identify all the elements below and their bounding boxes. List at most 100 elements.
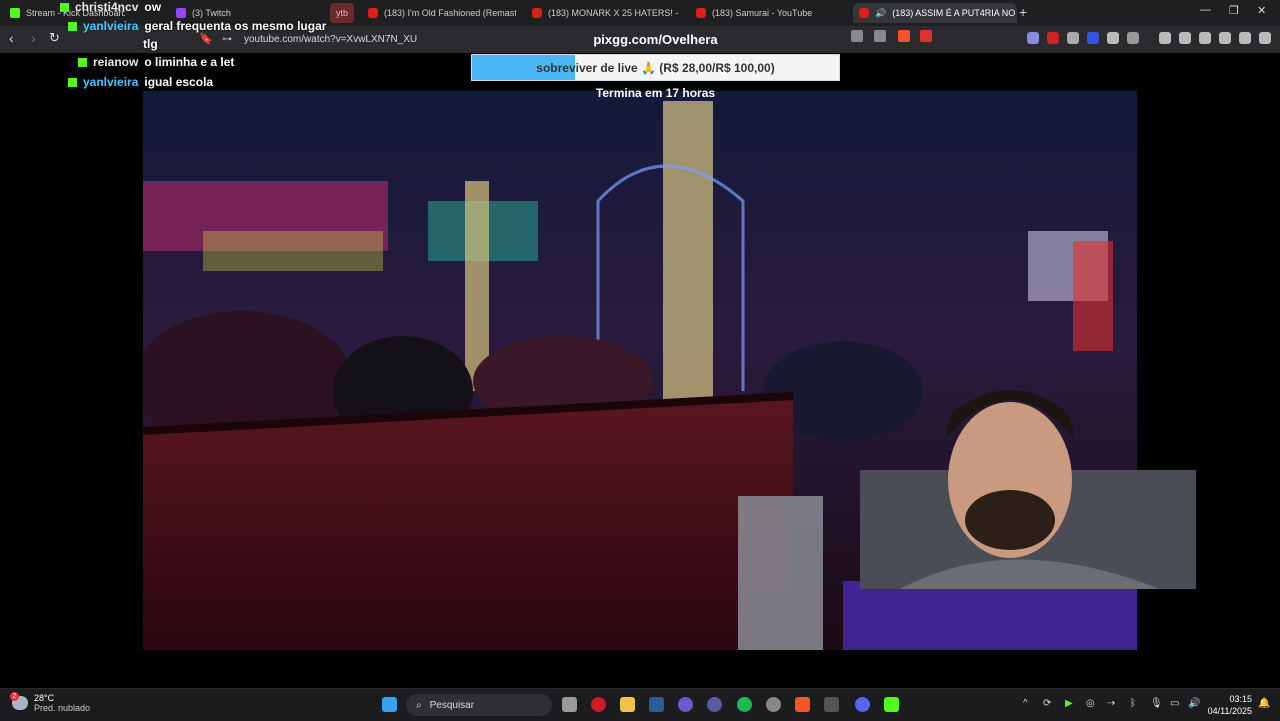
share-icon[interactable] [874,30,886,42]
tab-active[interactable]: 🔊 (183) ASSIM É A PUT4RIA NO ✕ [853,3,1017,23]
temperature: 28°C [34,693,55,703]
vpn-icon[interactable] [1239,32,1251,44]
search-icon: ⌕ [416,699,422,711]
weather-text: Pred. nublado [34,703,91,713]
chat-text: ow [144,0,162,14]
chat-username: reianow [93,55,139,69]
chat-text: geral frequenta os mesmo lugar [144,19,327,33]
tab-label: (183) I'm Old Fashioned (Remastered [384,8,516,18]
chat-text: tlg [143,37,158,51]
app-icon[interactable] [766,697,781,712]
tab-monark[interactable]: (183) MONARK X 25 HATERS! - YouT [532,3,680,23]
sidebar-icon[interactable] [1179,32,1191,44]
volume-icon[interactable]: 🔊 [1188,698,1200,709]
tab-label: (183) ASSIM É A PUT4RIA NO [892,8,1016,18]
chat-username: christi4ncv [75,0,139,14]
tab-label: (183) Samurai - YouTube [712,8,813,18]
app-icon[interactable] [884,697,899,712]
reload-button[interactable]: ↻ [49,30,60,46]
cloud-icon: 2 [10,692,28,710]
webcam-overlay [860,390,1196,589]
opera-icon[interactable] [591,697,606,712]
kick-badge-icon [68,21,77,31]
site-info-icon[interactable]: ⊶ [222,34,232,45]
notification-badge: 2 [10,692,19,701]
chat-username: yanlvieira [83,19,139,33]
chat-text: o liminha e a let [144,55,235,69]
weather-widget[interactable]: 2 28°C Pred. nublado [10,692,91,713]
forward-button[interactable]: › [31,30,36,46]
taskbar: 2 28°C Pred. nublado ⌕ Pesquisar ^ ⟳ ▶ ◎… [0,688,1280,721]
search-placeholder: Pesquisar [429,699,475,711]
chat-message: reianow o liminha e a let [78,55,234,69]
tray-icon[interactable]: ◎ [1086,698,1095,709]
chat-message: christi4ncv ow [60,0,161,14]
tab-samurai[interactable]: (183) Samurai - YouTube [696,3,836,23]
youtube-icon [859,8,869,18]
extension-icon[interactable] [1067,32,1079,44]
youtube-icon [696,8,706,18]
twitch-icon [176,8,186,18]
discord-icon[interactable] [855,697,870,712]
donation-url: pixgg.com/Ovelhera [593,32,718,47]
kick-icon [10,8,20,18]
task-view-icon[interactable] [562,697,577,712]
kick-badge-icon [68,77,77,87]
taskbar-search[interactable]: ⌕ Pesquisar [406,694,552,716]
app-icon[interactable] [824,697,839,712]
donation-goal-text: sobreviver de live 🙏 (R$ 28,00/R$ 100,00… [536,60,775,75]
wallet-icon[interactable] [1199,32,1211,44]
screenshot-icon[interactable] [1127,32,1139,44]
date: 04/11/2025 [1207,706,1252,716]
brave-icon[interactable] [795,697,810,712]
cast-icon[interactable] [851,30,863,42]
brave-shields-icon[interactable] [898,30,910,42]
leo-ai-icon[interactable] [1219,32,1231,44]
play-icon[interactable]: ▶ [1065,698,1073,709]
chat-text: igual escola [144,75,214,89]
kick-badge-icon [60,2,69,12]
chat-message: yanlvieira igual escola [68,75,213,89]
chevron-up-icon[interactable]: ^ [1023,698,1028,709]
chat-message: tlg [143,37,158,51]
steam-icon[interactable] [649,697,664,712]
puzzle-icon[interactable] [1107,32,1119,44]
microphone-icon[interactable]: 🎙 [1150,698,1163,709]
app-icon[interactable] [678,697,693,712]
donation-goal-bar: sobreviver de live 🙏 (R$ 28,00/R$ 100,00… [471,54,840,81]
donation-timer: Termina em 17 horas [595,86,716,100]
file-explorer-icon[interactable] [620,697,635,712]
brave-rewards-icon[interactable] [920,30,932,42]
tray-icon[interactable]: ⇢ [1107,698,1115,709]
chat-username: yanlvieira [83,75,139,89]
minimize-button[interactable]: — [1200,4,1211,16]
sync-icon[interactable]: ⟳ [1043,698,1051,709]
tab-group-label: ytb [336,8,349,18]
notification-icon[interactable]: 🔔 [1258,698,1270,709]
extension-icon[interactable] [1047,32,1059,44]
network-icon[interactable]: ▭ [1170,698,1179,709]
extension-icon[interactable] [1087,32,1099,44]
app-icon[interactable] [707,697,722,712]
tab-label: (183) MONARK X 25 HATERS! - YouT [548,8,680,18]
spotify-icon[interactable] [737,697,752,712]
tab-group-ytb[interactable]: ytb [330,3,355,23]
time: 03:15 [1229,694,1252,704]
tab-old-fashioned[interactable]: (183) I'm Old Fashioned (Remastered [368,3,516,23]
new-tab-button[interactable]: + [1019,4,1027,20]
close-window-button[interactable]: ✕ [1257,4,1266,17]
chat-message: yanlvieira geral frequenta os mesmo luga… [68,19,326,33]
bookmark-icon[interactable]: 🔖 [199,32,213,45]
back-button[interactable]: ‹ [9,30,14,46]
menu-icon[interactable] [1259,32,1271,44]
music-icon[interactable] [1159,32,1171,44]
extension-icon[interactable] [1027,32,1039,44]
restore-button[interactable]: ❐ [1229,4,1239,17]
clock[interactable]: 03:15 04/11/2025 [1206,693,1252,717]
youtube-icon [368,8,378,18]
youtube-icon [532,8,542,18]
bluetooth-icon[interactable]: ᛒ [1130,698,1136,709]
url-text: youtube.com/watch?v=XvwLXN7N_XU [244,34,418,45]
start-icon[interactable] [382,697,397,712]
kick-badge-icon [78,57,87,67]
